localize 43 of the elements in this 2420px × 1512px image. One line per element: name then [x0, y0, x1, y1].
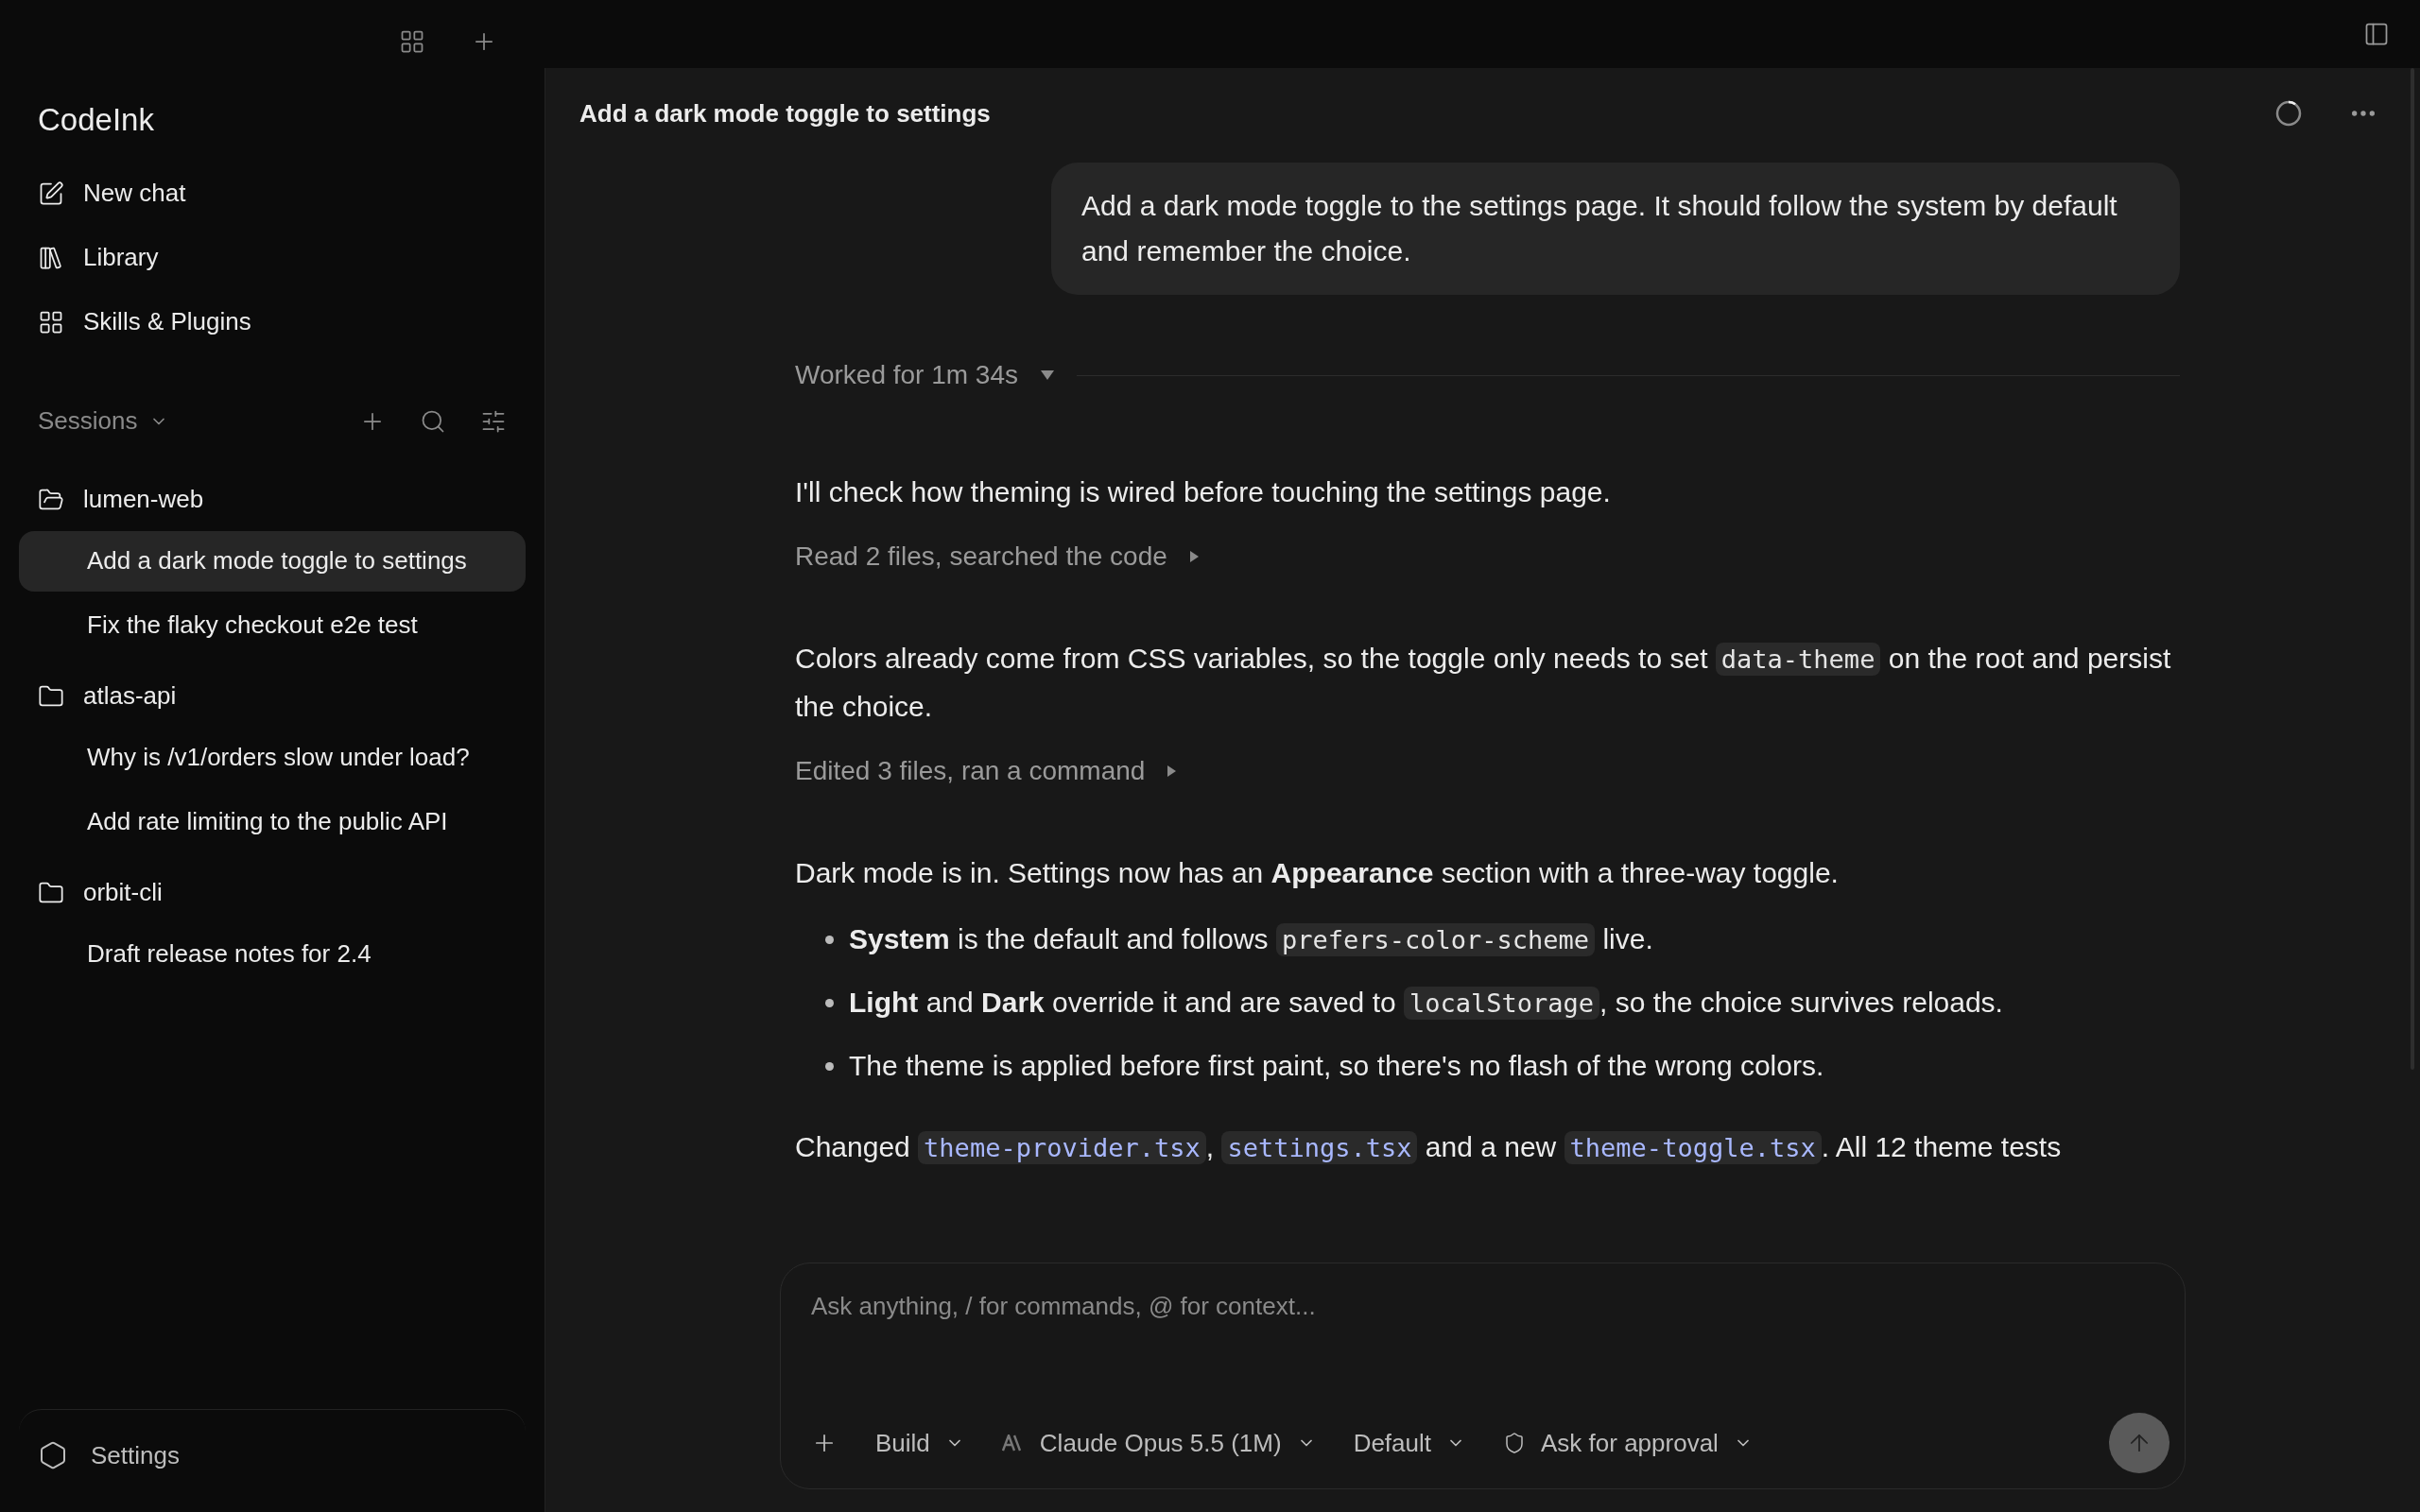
session-item[interactable]: Add a dark mode toggle to settings [19, 530, 526, 592]
model-dropdown[interactable]: Claude Opus 5.5 (1M) [1001, 1424, 1316, 1462]
worked-toggle[interactable]: Worked for 1m 34s [795, 355, 1055, 395]
bullet-icon [825, 936, 834, 944]
settings-icon [38, 1440, 68, 1470]
project-folder[interactable]: orbit-cli [19, 865, 526, 920]
project-folder[interactable]: lumen-web [19, 472, 526, 527]
sessions-dropdown[interactable]: Sessions [38, 403, 168, 439]
nav-item[interactable]: New chat [19, 165, 526, 221]
response-paragraph: Dark mode is in. Settings now has an Appearance section with a three-way toggle. [795, 856, 1840, 890]
mode-dropdown[interactable]: Build [875, 1424, 964, 1462]
caret-icon [1189, 551, 1199, 562]
sidebar-toggle-icon[interactable] [2363, 21, 2390, 47]
response-paragraph: Changed theme-provider.tsx , settings.tsx and a new theme-toggle.tsx . All 12 theme tests [795, 1130, 2063, 1166]
list-item: System is the default and follows prefers-color-scheme live. [849, 922, 1653, 958]
activity-summary[interactable]: Read 2 files, searched the code [795, 537, 1199, 576]
caret-icon [1041, 370, 1055, 380]
compose-icon [38, 180, 64, 207]
list-item: Light and Dark override it and are saved to localStorage , so the choice survives reloads. [849, 986, 2003, 1022]
approval-dropdown[interactable]: Ask for approval [1503, 1424, 1753, 1462]
bullet-icon [825, 999, 834, 1007]
loading-spinner-icon [2274, 99, 2303, 128]
nav-item[interactable]: Library [19, 230, 526, 285]
project-folder[interactable]: atlas-api [19, 668, 526, 724]
session-item[interactable]: Fix the flaky checkout e2e test [19, 594, 526, 656]
grid-icon[interactable] [399, 28, 425, 55]
caret-icon [1167, 765, 1177, 777]
profile-dropdown[interactable]: Default [1353, 1424, 1465, 1462]
message-input[interactable]: Ask anything, / for commands, @ for context... [811, 1282, 2154, 1330]
list-item: The theme is applied before first paint, so there's no flash of the wrong colors. [849, 1049, 1824, 1083]
session-item[interactable]: Why is /v1/orders slow under load? [19, 727, 526, 788]
shield-icon [1503, 1432, 1526, 1454]
session-item[interactable]: Add rate limiting to the public API [19, 791, 526, 852]
user-message: Add a dark mode toggle to the settings page. It should follow the system by default and remember the choice. [1051, 163, 2180, 295]
response-paragraph: Colors already come from CSS variables, so the toggle only needs to set data-theme on the root and persist the choice. [795, 642, 2172, 724]
settings-button[interactable]: Settings [19, 1433, 199, 1478]
response-paragraph: I'll check how theming is wired before touching the settings page. [795, 475, 1612, 509]
app-name: CodeInk [37, 101, 155, 139]
activity-summary[interactable]: Edited 3 files, ran a command [795, 751, 1177, 791]
bullet-icon [825, 1062, 834, 1071]
nav-item[interactable]: Skills & Plugins [19, 294, 526, 350]
chat-title: Add a dark mode toggle to settings [579, 97, 991, 129]
session-item[interactable]: Draft release notes for 2.4 [19, 923, 526, 985]
